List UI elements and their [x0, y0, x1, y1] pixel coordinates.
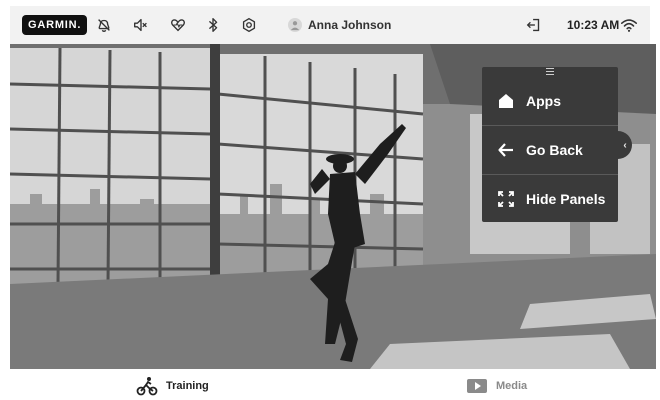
- tab-label: Media: [496, 380, 528, 392]
- drag-handle-icon[interactable]: [546, 68, 554, 75]
- heart-rate-icon[interactable]: [168, 15, 188, 35]
- status-bar: GARMIN. Anna Johnson 10:23 AM: [10, 6, 650, 44]
- expand-icon: [496, 189, 516, 209]
- menu-item-label: Apps: [526, 93, 561, 109]
- tab-label: Training: [166, 380, 209, 392]
- bluetooth-icon[interactable]: [203, 15, 223, 35]
- dnd-bell-icon[interactable]: [94, 15, 114, 35]
- menu-item-apps[interactable]: Apps: [482, 77, 618, 125]
- avatar: [288, 18, 302, 32]
- clock-time: 10:23 AM: [567, 18, 620, 32]
- arrow-left-icon: [496, 140, 516, 160]
- mute-icon[interactable]: [131, 15, 151, 35]
- menu-item-label: Go Back: [526, 142, 583, 158]
- play-icon: [466, 376, 488, 396]
- user-name: Anna Johnson: [308, 18, 392, 32]
- user-profile[interactable]: Anna Johnson: [288, 15, 391, 35]
- chevron-left-icon: ‹: [623, 139, 627, 151]
- wifi-icon[interactable]: [619, 15, 639, 35]
- logo-text: GARMIN.: [28, 19, 82, 31]
- home-icon: [496, 91, 516, 111]
- menu-item-label: Hide Panels: [526, 191, 606, 207]
- tab-training[interactable]: Training: [136, 376, 209, 396]
- menu-item-go-back[interactable]: Go Back: [482, 126, 618, 174]
- tab-media[interactable]: Media: [466, 376, 527, 396]
- garmin-logo: GARMIN.: [22, 15, 88, 35]
- menu-item-hide-panels[interactable]: Hide Panels: [482, 175, 618, 223]
- bottom-nav: Training Media: [10, 370, 650, 400]
- exit-icon[interactable]: [524, 15, 544, 35]
- quick-menu-panel: Apps Go Back Hide Panels: [482, 67, 618, 222]
- cycling-icon: [136, 376, 158, 396]
- settings-icon[interactable]: [239, 15, 259, 35]
